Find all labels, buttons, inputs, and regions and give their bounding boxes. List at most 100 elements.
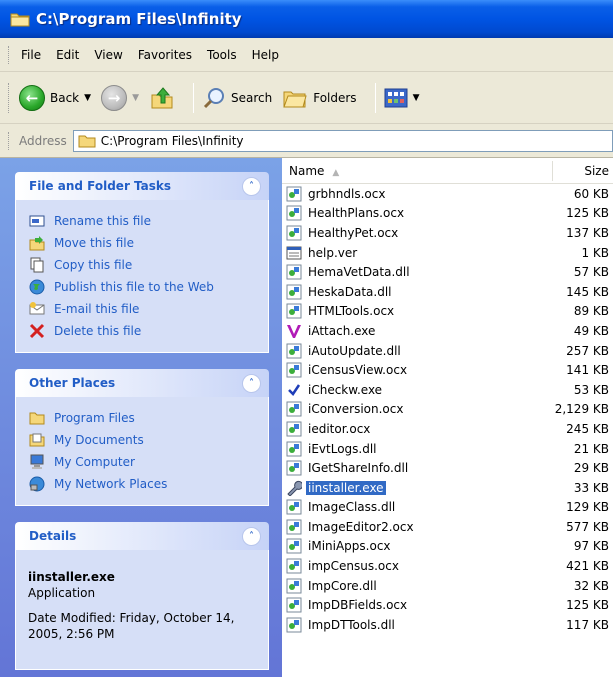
v-logo-icon (286, 323, 302, 339)
file-row[interactable]: HealthPlans.ocx 125 KB (282, 204, 613, 224)
file-row[interactable]: HealthyPet.ocx 137 KB (282, 223, 613, 243)
task-copy[interactable]: Copy this file (28, 254, 258, 276)
file-row[interactable]: HemaVetData.dll 57 KB (282, 262, 613, 282)
file-name: ImpDBFields.ocx (308, 598, 408, 613)
file-row[interactable]: iAttach.exe 49 KB (282, 321, 613, 341)
file-name: iCheckw.exe (308, 382, 383, 397)
file-row[interactable]: impCensus.ocx 421 KB (282, 556, 613, 576)
file-row[interactable]: ImpCore.dll 32 KB (282, 576, 613, 596)
rename-icon (28, 212, 46, 230)
toolbar-grip[interactable] (8, 82, 11, 113)
file-name: ImageEditor2.ocx (308, 519, 414, 534)
file-row[interactable]: iAutoUpdate.dll 257 KB (282, 341, 613, 361)
file-row[interactable]: ImpDTTools.dll 117 KB (282, 615, 613, 635)
file-row[interactable]: iCheckw.exe 53 KB (282, 380, 613, 400)
panel-title: Details (29, 529, 77, 543)
address-bar: Address C:\Program Files\Infinity (0, 124, 613, 158)
file-name: iEvtLogs.dll (308, 441, 377, 456)
file-folder-tasks-header[interactable]: File and Folder Tasks ˄ (15, 172, 269, 200)
place-my-computer[interactable]: My Computer (28, 451, 258, 473)
folder-icon (28, 409, 46, 427)
place-my-network-places[interactable]: My Network Places (28, 473, 258, 495)
menu-edit[interactable]: Edit (56, 48, 79, 62)
other-places-header[interactable]: Other Places ˄ (15, 369, 269, 397)
name-column-label: Name (289, 164, 325, 178)
file-row[interactable]: ImageClass.dll 129 KB (282, 498, 613, 518)
file-size: 97 KB (573, 539, 609, 554)
collapse-chevron-icon[interactable]: ˄ (242, 373, 261, 393)
file-name: iAutoUpdate.dll (308, 343, 401, 358)
address-grip[interactable] (8, 131, 11, 150)
place-my-documents[interactable]: My Documents (28, 429, 258, 451)
up-button[interactable] (149, 85, 175, 111)
file-row[interactable]: iConversion.ocx 2,129 KB (282, 400, 613, 420)
views-dropdown-icon[interactable]: ▼ (413, 93, 420, 103)
file-size: 421 KB (566, 559, 609, 574)
menu-view[interactable]: View (94, 48, 122, 62)
folders-button[interactable]: Folders (282, 87, 357, 109)
file-row[interactable]: grbhndls.ocx 60 KB (282, 184, 613, 204)
file-row[interactable]: ImpDBFields.ocx 125 KB (282, 595, 613, 615)
file-row[interactable]: IGetShareInfo.dll 29 KB (282, 458, 613, 478)
file-row[interactable]: HeskaData.dll 145 KB (282, 282, 613, 302)
file-size: 1 KB (581, 245, 609, 260)
file-size: 33 KB (573, 480, 609, 495)
forward-dropdown-icon[interactable]: ▼ (132, 93, 139, 103)
checkmark-icon (286, 382, 302, 398)
address-label: Address (19, 133, 67, 148)
file-size: 57 KB (573, 265, 609, 280)
address-input[interactable]: C:\Program Files\Infinity (72, 129, 613, 152)
back-dropdown-icon[interactable]: ▼ (84, 93, 91, 103)
task-move[interactable]: Move this file (28, 232, 258, 254)
file-row[interactable]: iEvtLogs.dll 21 KB (282, 439, 613, 459)
file-row[interactable]: iinstaller.exe 33 KB (282, 478, 613, 498)
file-folder-tasks-body: Rename this file Move this file Copy thi… (15, 200, 269, 353)
file-row[interactable]: ImageEditor2.ocx 577 KB (282, 517, 613, 537)
task-pane: File and Folder Tasks ˄ Rename this file… (0, 158, 282, 677)
component-icon (286, 597, 302, 613)
documents-icon (28, 431, 46, 449)
menu-help[interactable]: Help (252, 48, 279, 62)
search-button[interactable]: Search (202, 86, 272, 110)
place-label: My Documents (54, 433, 144, 447)
file-name: HTMLTools.ocx (308, 304, 395, 319)
details-date-modified: Date Modified: Friday, October 14, 2005,… (28, 611, 235, 641)
move-icon (28, 234, 46, 252)
task-delete[interactable]: Delete this file (28, 320, 258, 342)
column-header-row: Name ▲ Size (282, 158, 613, 184)
forward-button[interactable]: → ▼ (101, 84, 139, 111)
menu-tools[interactable]: Tools (207, 48, 237, 62)
file-row[interactable]: ieditor.ocx 245 KB (282, 419, 613, 439)
file-size: 125 KB (566, 206, 609, 221)
back-button[interactable]: ← Back ▼ (19, 84, 91, 111)
component-icon (286, 499, 302, 515)
task-publish[interactable]: Publish this file to the Web (28, 276, 258, 298)
menu-favorites[interactable]: Favorites (138, 48, 192, 62)
globe-icon (28, 278, 46, 296)
component-icon (286, 519, 302, 535)
component-icon (286, 617, 302, 633)
place-program-files[interactable]: Program Files (28, 407, 258, 429)
collapse-chevron-icon[interactable]: ˄ (242, 526, 261, 546)
size-column-header[interactable]: Size (584, 164, 609, 178)
file-row[interactable]: iMiniApps.ocx 97 KB (282, 537, 613, 557)
name-column-header[interactable]: Name ▲ (289, 164, 549, 184)
file-list-view[interactable]: Name ▲ Size grbhndls.ocx 60 KB HealthPlans.… (282, 158, 613, 677)
task-rename[interactable]: Rename this file (28, 210, 258, 232)
details-header[interactable]: Details ˄ (15, 522, 269, 550)
copy-icon (28, 256, 46, 274)
task-email[interactable]: E-mail this file (28, 298, 258, 320)
file-row[interactable]: iCensusView.ocx 141 KB (282, 360, 613, 380)
file-row[interactable]: HTMLTools.ocx 89 KB (282, 302, 613, 322)
menu-grip[interactable] (8, 45, 11, 64)
file-name: ImageClass.dll (308, 500, 396, 515)
column-divider[interactable] (552, 161, 553, 181)
menu-file[interactable]: File (21, 48, 41, 62)
details-file-name: iinstaller.exe (28, 570, 115, 584)
collapse-chevron-icon[interactable]: ˄ (242, 176, 261, 196)
views-button[interactable]: ▼ (384, 87, 420, 109)
file-row[interactable]: help.ver 1 KB (282, 243, 613, 263)
back-arrow-icon: ← (19, 84, 45, 111)
title-bar[interactable]: C:\Program Files\Infinity (0, 0, 613, 38)
ver-file-icon (286, 245, 302, 261)
